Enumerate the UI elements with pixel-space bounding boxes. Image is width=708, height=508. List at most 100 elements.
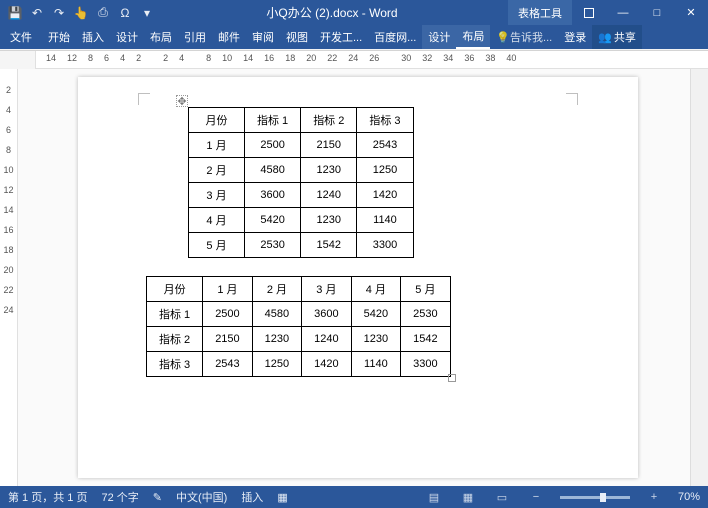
tab-table-design[interactable]: 设计 (422, 25, 456, 49)
tab-view[interactable]: 视图 (280, 25, 314, 49)
tab-references[interactable]: 引用 (178, 25, 212, 49)
zoom-in-icon[interactable]: + (644, 490, 664, 504)
login-button[interactable]: 登录 (558, 25, 592, 49)
ribbon-options-icon[interactable] (572, 0, 606, 25)
table-2[interactable]: 月份1 月2 月3 月4 月5 月指标 12500458036005420253… (146, 276, 451, 377)
table-cell[interactable]: 1240 (302, 327, 351, 352)
table-header-cell[interactable]: 月份 (147, 277, 203, 302)
table-header-cell[interactable]: 2 月 (252, 277, 301, 302)
share-button[interactable]: 👥共享 (592, 25, 642, 49)
tab-design[interactable]: 设计 (110, 25, 144, 49)
table-cell[interactable]: 2543 (357, 133, 413, 158)
table-1[interactable]: 月份指标 1指标 2指标 3 1 月250021502543 2 月45801230… (188, 107, 414, 258)
table-cell[interactable]: 1420 (302, 352, 351, 377)
print-icon[interactable]: ⎙ (94, 4, 112, 22)
table-cell[interactable]: 5420 (351, 302, 400, 327)
status-wordcount[interactable]: 72 个字 (101, 489, 138, 505)
tab-insert[interactable]: 插入 (76, 25, 110, 49)
tab-review[interactable]: 审阅 (246, 25, 280, 49)
macro-record-icon[interactable]: ▦ (277, 491, 287, 504)
table-cell[interactable]: 4580 (245, 158, 301, 183)
tab-baidu[interactable]: 百度网... (368, 25, 422, 49)
table-cell[interactable]: 指标 1 (147, 302, 203, 327)
table-resize-handle-icon[interactable] (448, 374, 456, 382)
tab-table-layout[interactable]: 布局 (456, 25, 490, 49)
spellcheck-icon[interactable]: ✎ (153, 491, 162, 504)
save-icon[interactable]: 💾 (6, 4, 24, 22)
table-cell[interactable]: 1420 (357, 183, 413, 208)
table-cell[interactable]: 指标 2 (147, 327, 203, 352)
table-cell[interactable]: 4 月 (189, 208, 245, 233)
touch-mode-icon[interactable]: 👆 (72, 4, 90, 22)
status-insert-mode[interactable]: 插入 (241, 489, 263, 505)
vertical-ruler[interactable]: 24681012141618202224 (0, 69, 18, 486)
table-cell[interactable]: 3 月 (189, 183, 245, 208)
status-page[interactable]: 第 1 页，共 1 页 (8, 489, 87, 505)
zoom-slider[interactable] (560, 496, 630, 499)
table-row: 指标 125004580360054202530 (147, 302, 451, 327)
table-cell[interactable]: 1140 (351, 352, 400, 377)
table-cell[interactable]: 3600 (302, 302, 351, 327)
vertical-scrollbar[interactable] (690, 69, 708, 486)
tab-layout[interactable]: 布局 (144, 25, 178, 49)
table-cell[interactable]: 2150 (301, 133, 357, 158)
table-cell[interactable]: 指标 3 (147, 352, 203, 377)
table-cell[interactable]: 2530 (245, 233, 301, 258)
status-language[interactable]: 中文(中国) (176, 489, 227, 505)
table-cell[interactable]: 2 月 (189, 158, 245, 183)
table-cell[interactable]: 1140 (357, 208, 413, 233)
table-cell[interactable]: 2530 (401, 302, 450, 327)
table-header-cell[interactable]: 5 月 (401, 277, 450, 302)
table-cell[interactable]: 5 月 (189, 233, 245, 258)
qat-dropdown-icon[interactable]: ▾ (138, 4, 156, 22)
page-scroll[interactable]: ✥ 月份指标 1指标 2指标 31 月2500215025432 月458012… (18, 69, 690, 486)
table-cell[interactable]: 5420 (245, 208, 301, 233)
table-header-cell[interactable]: 指标 3 (357, 108, 413, 133)
table-cell[interactable]: 1230 (301, 208, 357, 233)
read-mode-icon[interactable]: ▤ (424, 490, 444, 504)
close-button[interactable]: ✕ (674, 0, 708, 25)
table-header-cell[interactable]: 月份 (189, 108, 245, 133)
table-header-cell[interactable]: 1 月 (203, 277, 252, 302)
tab-developer[interactable]: 开发工... (314, 25, 368, 49)
undo-icon[interactable]: ↶ (28, 4, 46, 22)
zoom-level[interactable]: 70% (678, 491, 700, 503)
table-cell[interactable]: 1542 (301, 233, 357, 258)
table-header-cell[interactable]: 指标 1 (245, 108, 301, 133)
table-header-cell[interactable]: 3 月 (302, 277, 351, 302)
maximize-button[interactable]: □ (640, 0, 674, 25)
table-cell[interactable]: 2150 (203, 327, 252, 352)
table-cell[interactable]: 1250 (252, 352, 301, 377)
minimize-button[interactable]: — (606, 0, 640, 25)
horizontal-ruler[interactable]: 141286422481014161820222426303234363840 (36, 51, 708, 69)
table-cell[interactable]: 1240 (301, 183, 357, 208)
table-cell[interactable]: 2500 (203, 302, 252, 327)
zoom-out-icon[interactable]: − (526, 490, 546, 504)
print-layout-icon[interactable]: ▦ (458, 490, 478, 504)
table-cell[interactable]: 4580 (252, 302, 301, 327)
table-cell[interactable]: 1230 (301, 158, 357, 183)
user-icon[interactable]: Ω (116, 4, 134, 22)
table-cell[interactable]: 2500 (245, 133, 301, 158)
tab-file[interactable]: 文件 (0, 25, 42, 49)
table-cell[interactable]: 3600 (245, 183, 301, 208)
table-cell[interactable]: 1230 (351, 327, 400, 352)
table-cell[interactable]: 3300 (401, 352, 450, 377)
window-controls: — □ ✕ (572, 0, 708, 25)
tab-mailings[interactable]: 邮件 (212, 25, 246, 49)
table-cell[interactable]: 1250 (357, 158, 413, 183)
table-cell[interactable]: 2543 (203, 352, 252, 377)
table-move-handle-icon[interactable]: ✥ (176, 95, 188, 107)
web-layout-icon[interactable]: ▭ (492, 490, 512, 504)
status-bar: 第 1 页，共 1 页 72 个字 ✎ 中文(中国) 插入 ▦ ▤ ▦ ▭ − … (0, 486, 708, 508)
table-cell[interactable]: 3300 (357, 233, 413, 258)
table-cell[interactable]: 1230 (252, 327, 301, 352)
tab-home[interactable]: 开始 (42, 25, 76, 49)
table-cell[interactable]: 1 月 (189, 133, 245, 158)
table-header-cell[interactable]: 指标 2 (301, 108, 357, 133)
tell-me[interactable]: 💡 告诉我... (490, 25, 558, 49)
redo-icon[interactable]: ↷ (50, 4, 68, 22)
table-cell[interactable]: 1542 (401, 327, 450, 352)
document-page[interactable]: ✥ 月份指标 1指标 2指标 31 月2500215025432 月458012… (78, 77, 638, 478)
table-header-cell[interactable]: 4 月 (351, 277, 400, 302)
